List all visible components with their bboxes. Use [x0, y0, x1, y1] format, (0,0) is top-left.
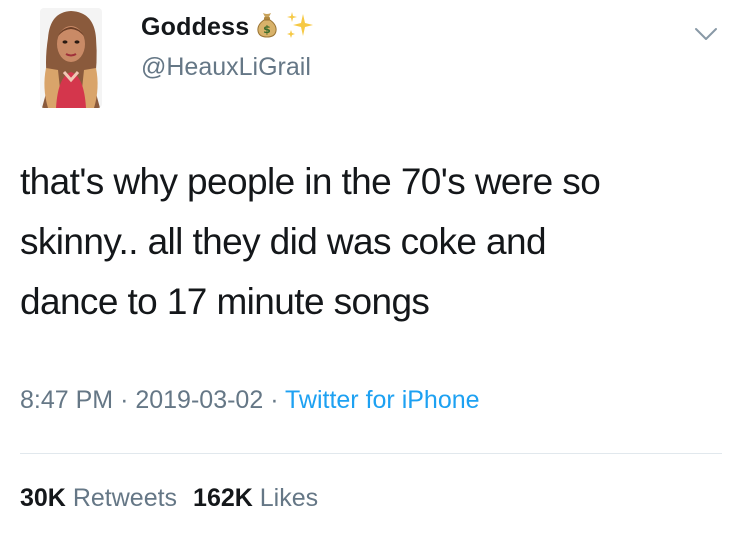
avatar[interactable]: [40, 8, 102, 108]
avatar-photo: [40, 8, 102, 108]
likes-count: 162K: [193, 484, 253, 512]
tweet-card: Goddess $ @HeauxLiGrail that's why peopl…: [0, 0, 736, 534]
meta-separator: ·: [120, 386, 129, 414]
tweet-text-line: that's why people in the 70's were so: [20, 161, 601, 202]
author-name-row[interactable]: Goddess $: [141, 10, 315, 44]
tweet-time[interactable]: 8:47 PM: [20, 386, 113, 414]
author-display-name[interactable]: Goddess: [141, 13, 249, 42]
tweet-date[interactable]: 2019-03-02: [135, 386, 263, 414]
author-handle[interactable]: @HeauxLiGrail: [141, 53, 311, 82]
tweet-source-link[interactable]: Twitter for iPhone: [285, 386, 480, 414]
chevron-down-icon[interactable]: [693, 25, 719, 43]
retweets-stat[interactable]: 30K Retweets: [20, 484, 177, 512]
tweet-text-line: skinny.. all they did was coke and: [20, 221, 547, 262]
sparkles-icon: [285, 10, 315, 45]
divider: [20, 453, 722, 454]
retweets-label: Retweets: [72, 484, 178, 512]
likes-stat[interactable]: 162K Likes: [193, 484, 318, 512]
money-bag-icon: $: [255, 11, 279, 44]
tweet-metadata: 8:47 PM · 2019-03-02 · Twitter for iPhon…: [20, 386, 480, 415]
likes-label: Likes: [259, 484, 319, 512]
meta-separator: ·: [270, 386, 279, 414]
tweet-text-line: dance to 17 minute songs: [20, 281, 430, 322]
tweet-text: that's why people in the 70's were so sk…: [20, 152, 720, 332]
retweets-count: 30K: [20, 484, 66, 512]
svg-text:$: $: [264, 23, 272, 36]
tweet-stats: 30K Retweets 162K Likes: [20, 484, 318, 513]
